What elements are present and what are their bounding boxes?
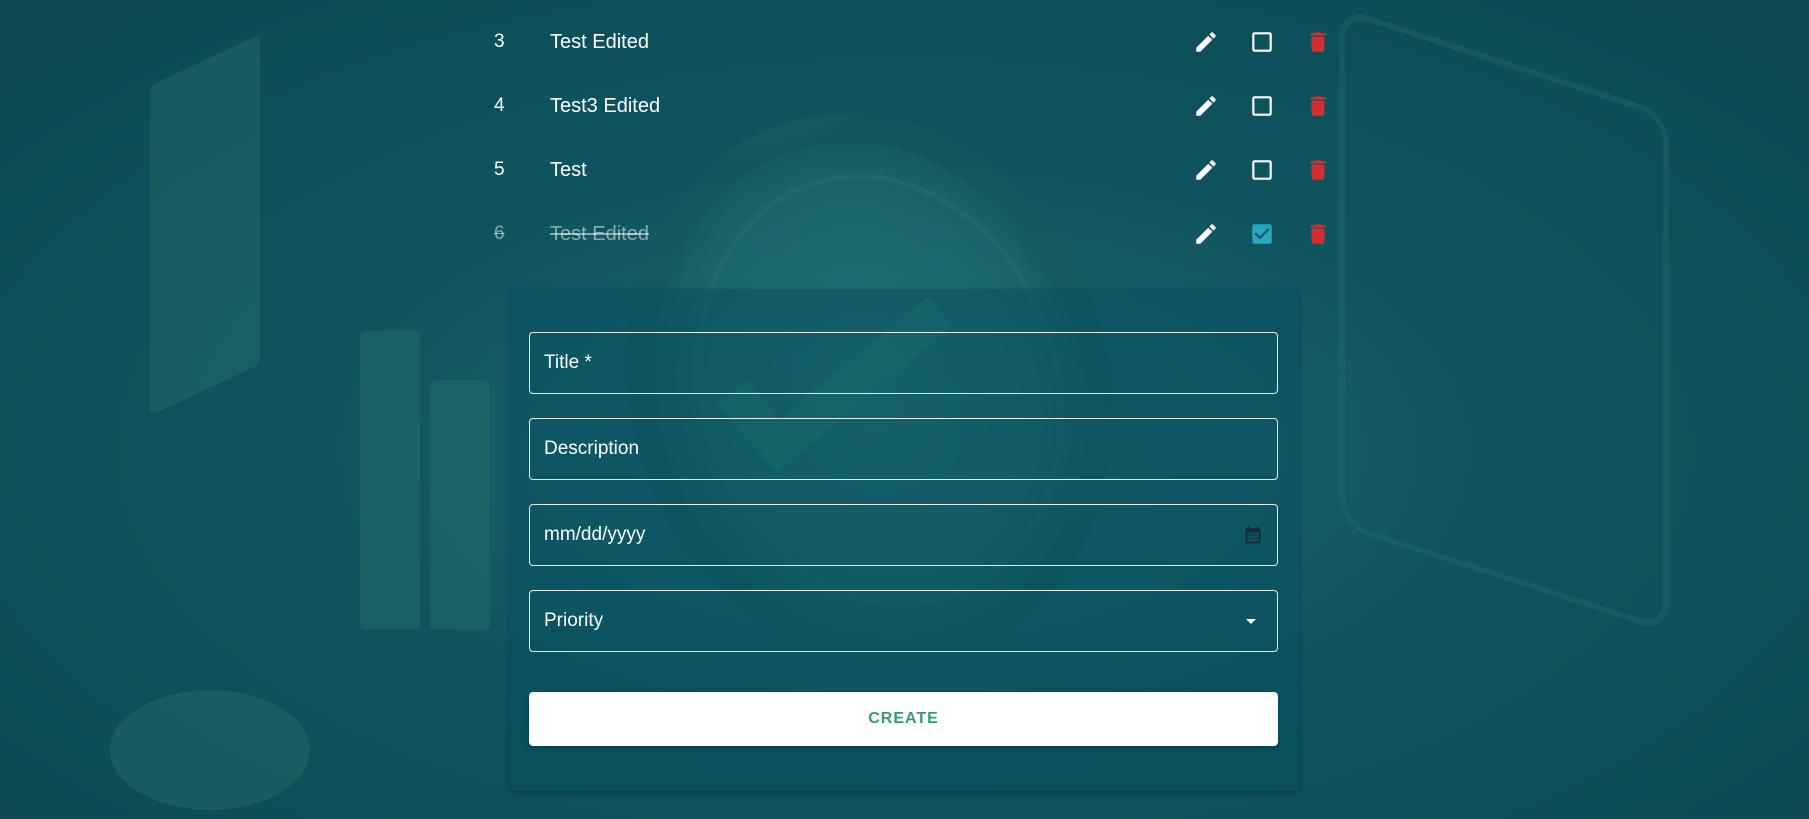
edit-button[interactable] [1178, 82, 1234, 130]
todo-index: 4 [494, 95, 505, 116]
priority-select[interactable]: Priority [529, 590, 1278, 652]
todo-row: 3 Test Edited [480, 10, 1330, 74]
title-field[interactable]: Title * [529, 332, 1278, 394]
caret-down-icon [1239, 609, 1263, 633]
trash-icon [1310, 96, 1326, 116]
trash-icon [1310, 32, 1326, 52]
pencil-icon [1196, 96, 1216, 116]
background-panel [1339, 6, 1669, 634]
todo-actions [1178, 146, 1346, 194]
todo-title: Test Edited [550, 222, 649, 245]
complete-checkbox[interactable] [1234, 146, 1290, 194]
complete-checkbox[interactable] [1234, 82, 1290, 130]
todo-row: 6 Test Edited [480, 202, 1330, 266]
pencil-icon [1196, 160, 1216, 180]
trash-icon [1310, 224, 1326, 244]
create-button[interactable]: CREATE [529, 692, 1278, 746]
trash-icon [1310, 160, 1326, 180]
due-date-field[interactable]: mm/dd/yyyy [529, 504, 1278, 566]
delete-button[interactable] [1290, 82, 1346, 130]
title-label: Title * [544, 352, 592, 373]
priority-label: Priority [544, 610, 604, 631]
pencil-icon [1196, 224, 1216, 244]
todo-title: Test [550, 158, 587, 181]
background-bar [430, 380, 490, 630]
complete-checkbox[interactable] [1234, 18, 1290, 66]
todo-row: 5 Test [480, 138, 1330, 202]
delete-button[interactable] [1290, 146, 1346, 194]
description-label: Description [544, 438, 640, 459]
background-block [150, 34, 260, 416]
delete-button[interactable] [1290, 210, 1346, 258]
todo-title: Test3 Edited [550, 94, 661, 117]
todo-list: 3 Test Edited 4 Test3 Edited 5 Test 6 Te… [480, 10, 1330, 266]
checkbox-empty-icon [1252, 32, 1272, 52]
todo-actions [1178, 82, 1346, 130]
checkbox-empty-icon [1252, 160, 1272, 180]
edit-button[interactable] [1178, 146, 1234, 194]
todo-index: 6 [494, 223, 505, 244]
edit-button[interactable] [1178, 18, 1234, 66]
description-field[interactable]: Description [529, 418, 1278, 480]
background-badge [110, 690, 310, 810]
pencil-icon [1196, 32, 1216, 52]
complete-checkbox[interactable] [1234, 210, 1290, 258]
background-bar [360, 330, 420, 630]
checkbox-empty-icon [1252, 96, 1272, 116]
create-todo-form: Title * Description mm/dd/yyyy Priority … [510, 289, 1299, 791]
todo-actions [1178, 210, 1346, 258]
edit-button[interactable] [1178, 210, 1234, 258]
date-placeholder: mm/dd/yyyy [544, 524, 646, 545]
todo-title: Test Edited [550, 30, 649, 53]
todo-actions [1178, 18, 1346, 66]
checkbox-checked-icon [1252, 224, 1272, 244]
delete-button[interactable] [1290, 18, 1346, 66]
calendar-icon[interactable] [1243, 525, 1263, 545]
todo-index: 5 [494, 159, 505, 180]
todo-index: 3 [494, 31, 505, 52]
todo-row: 4 Test3 Edited [480, 74, 1330, 138]
